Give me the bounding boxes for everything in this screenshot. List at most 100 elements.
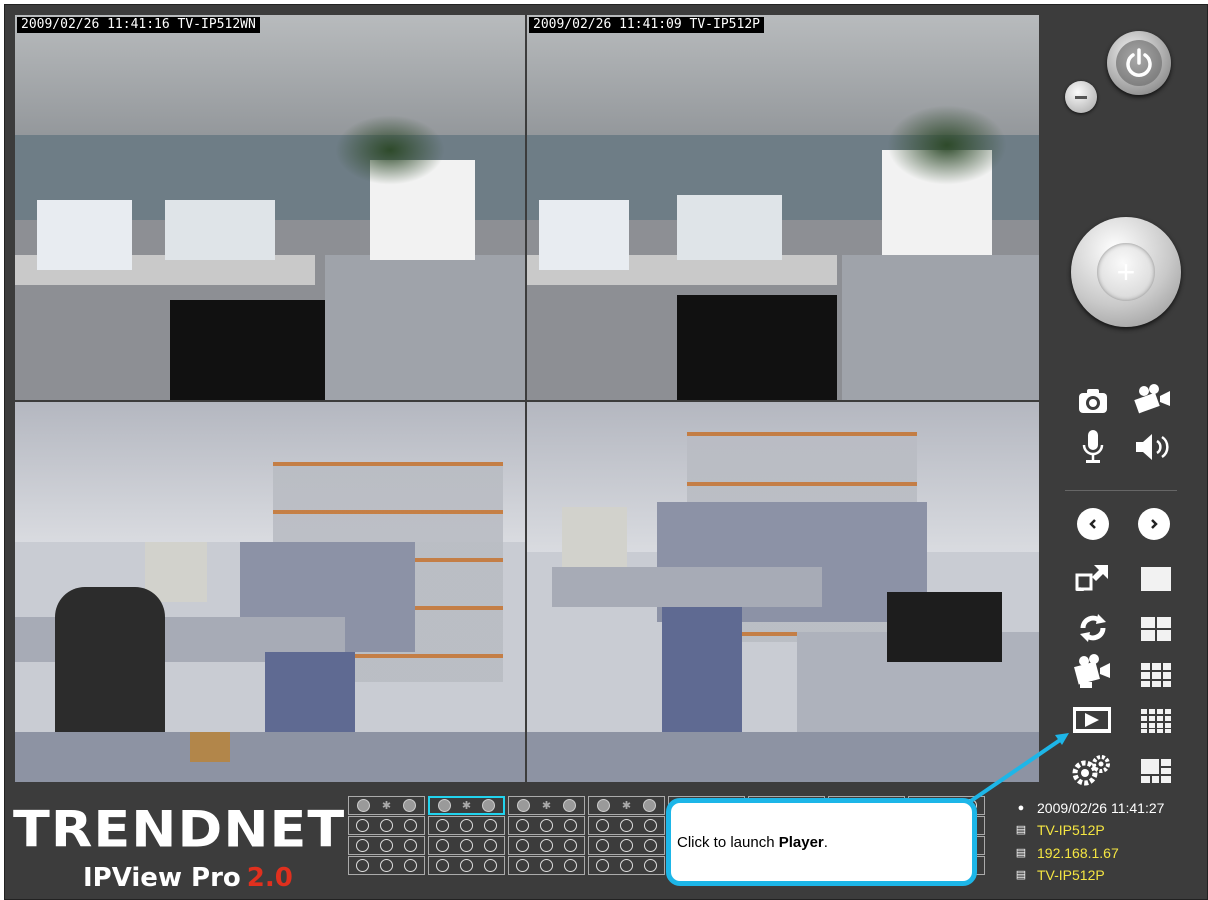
channel-slot[interactable] (508, 816, 585, 835)
microphone-button[interactable] (1079, 427, 1107, 467)
minimize-button[interactable] (1065, 81, 1097, 113)
ip-text: 192.168.1.67 (1037, 845, 1119, 861)
camera-view-3[interactable] (15, 402, 525, 782)
channel-slot[interactable] (588, 856, 665, 875)
power-button[interactable] (1107, 31, 1171, 95)
layout-1-button[interactable] (1139, 565, 1173, 593)
connection-indicator (436, 819, 450, 832)
connection-indicator (356, 799, 370, 812)
channel-slot[interactable] (588, 816, 665, 835)
camera-view-2[interactable]: 2009/02/26 11:41:09 TV-IP512P (527, 15, 1039, 400)
channel-slot[interactable] (348, 836, 425, 855)
product-box-2 (677, 195, 782, 260)
channel-slot[interactable]: ✱ (428, 796, 505, 815)
trendnet-logo: TRENDNET (13, 800, 346, 859)
playback-button[interactable] (1071, 653, 1113, 691)
speaker-button[interactable] (1133, 430, 1173, 464)
connection-indicator (436, 859, 450, 872)
layout-custom-button[interactable] (1139, 757, 1173, 785)
layout-4-button[interactable] (1139, 615, 1173, 643)
connection-indicator (596, 819, 610, 832)
motion-icon: ✱ (461, 800, 472, 812)
record-indicator (563, 819, 577, 832)
next-icon (1151, 519, 1158, 529)
channel-slot[interactable] (508, 856, 585, 875)
connection-indicator (356, 819, 370, 832)
layout-4-icon (1141, 617, 1171, 641)
channel-slot[interactable]: ✱ (348, 796, 425, 815)
minimize-icon (1075, 96, 1087, 99)
record-indicator (563, 859, 577, 872)
status-ip: ▤ 192.168.1.67 (1015, 843, 1119, 863)
cubicle-wall-right (842, 255, 1039, 400)
product-name: IPView Pro 2.0 (83, 863, 293, 893)
motion-indicator (459, 859, 473, 872)
microphone-icon (1082, 430, 1104, 463)
layout-9-button[interactable] (1139, 661, 1173, 689)
channel-slot[interactable]: ✱ (508, 796, 585, 815)
next-button[interactable] (1138, 508, 1170, 540)
floor (527, 732, 1039, 782)
camera-view-1[interactable]: 2009/02/26 11:41:16 TV-IP512WN (15, 15, 525, 400)
playback-icon (1074, 654, 1110, 688)
layout-custom-icon (1141, 759, 1171, 783)
channel-slot[interactable]: ✱ (588, 796, 665, 815)
motion-icon: ✱ (381, 800, 392, 812)
product-box-1 (539, 200, 629, 270)
layout-1-icon (1141, 567, 1171, 591)
player-icon (1073, 707, 1111, 733)
motion-indicator (619, 819, 633, 832)
crt-monitor (562, 507, 627, 567)
settings-button[interactable] (1071, 752, 1113, 788)
clock-icon: ● (1017, 802, 1025, 814)
letter-tray (887, 592, 1002, 662)
channel-slot[interactable] (428, 816, 505, 835)
info-icon: ▤ (1015, 824, 1027, 836)
channel-slot[interactable] (348, 816, 425, 835)
camera-view-4[interactable] (527, 402, 1039, 782)
record-button[interactable] (1133, 383, 1173, 417)
motion-indicator (619, 859, 633, 872)
record-indicator (403, 859, 417, 872)
record-indicator (643, 799, 657, 812)
channel-slot[interactable] (348, 856, 425, 875)
ceiling (15, 15, 525, 155)
info-icon: ▤ (1015, 869, 1027, 881)
snapshot-button[interactable] (1077, 385, 1109, 417)
motion-indicator (539, 819, 553, 832)
motion-icon: ✱ (621, 800, 632, 812)
record-indicator (563, 839, 577, 852)
connection-indicator (437, 799, 451, 812)
record-indicator (643, 859, 657, 872)
previous-button[interactable] (1077, 508, 1109, 540)
connection-indicator (596, 839, 610, 852)
record-indicator (403, 799, 417, 812)
layout-16-button[interactable] (1139, 707, 1173, 735)
ipview-pro-window: 2009/02/26 11:41:16 TV-IP512WN 2009/02/2… (4, 4, 1208, 900)
connection-indicator (356, 839, 370, 852)
callout-text: Click to launch Player. (677, 833, 828, 851)
crt-monitor (145, 542, 207, 602)
auto-scan-button[interactable] (1075, 610, 1111, 646)
channel-slot[interactable] (428, 856, 505, 875)
info-icon: ▤ (1015, 847, 1027, 859)
player-button[interactable] (1071, 702, 1113, 738)
power-icon (1116, 40, 1162, 86)
cardboard-box (190, 732, 230, 762)
connection-indicator (516, 839, 530, 852)
channel-slot[interactable] (508, 836, 585, 855)
record-indicator (403, 839, 417, 852)
model-text: TV-IP512P (1037, 867, 1105, 883)
ptz-home-button[interactable]: + (1097, 243, 1155, 301)
record-indicator (403, 819, 417, 832)
ptz-dial[interactable]: + (1071, 217, 1181, 327)
record-indicator (643, 819, 657, 832)
prev-icon (1089, 519, 1096, 529)
record-indicator (643, 839, 657, 852)
channel-slot[interactable] (588, 836, 665, 855)
channel-slot[interactable] (428, 836, 505, 855)
monitor-screen (677, 295, 837, 400)
motion-indicator (379, 859, 393, 872)
product-version: 2.0 (246, 863, 293, 893)
fullscreen-button[interactable] (1073, 560, 1113, 596)
